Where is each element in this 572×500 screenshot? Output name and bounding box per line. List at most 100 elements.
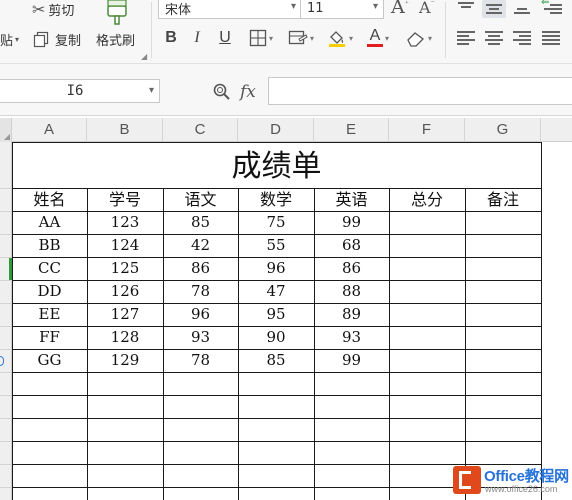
justify-button[interactable] [541,29,561,45]
borders-button[interactable]: ▾ [244,27,278,49]
align-right-button[interactable] [512,29,532,45]
align-left-button[interactable] [456,29,476,45]
table-cell[interactable]: 85 [163,211,238,234]
shrink-font-button[interactable]: A ⁻ [419,0,435,17]
row-divider [0,326,12,327]
column-header-f[interactable]: F [389,118,465,142]
font-color-button[interactable]: A ▾ [362,27,394,49]
name-box[interactable]: I6 ▾ [0,79,160,103]
font-size-select[interactable]: 11 ▾ [300,0,384,19]
table-cell[interactable]: 89 [314,303,389,326]
table-cell[interactable]: BB [12,234,87,257]
row-divider [0,211,12,212]
clear-format-button[interactable]: ▾ [402,27,436,49]
eraser-icon [407,32,424,47]
table-cell[interactable]: 93 [314,326,389,349]
row-cursor-icon [0,356,4,366]
format-painter-icon [107,0,127,25]
table-cell[interactable]: 99 [314,211,389,234]
align-top-button[interactable] [456,0,476,16]
table-cell[interactable]: 96 [163,303,238,326]
chevron-down-icon: ▾ [309,33,314,43]
table-cell[interactable]: 126 [87,280,163,303]
format-painter-button[interactable]: 格式刷 [96,30,135,49]
table-border [541,142,542,500]
copy-icon [33,31,49,48]
column-header-a[interactable]: A [12,118,87,142]
watermark-url: www.office26.com [485,484,558,494]
table-cell[interactable]: 55 [238,234,314,257]
header-cell-total[interactable]: 总分 [389,188,465,211]
row-divider [0,349,12,350]
header-cell-chinese[interactable]: 语文 [163,188,238,211]
dialog-launcher-icon[interactable]: ◢ [141,52,147,61]
fill-color-button[interactable]: ▾ [324,27,356,49]
fx-label: fx [240,82,256,102]
column-header-g[interactable]: G [465,118,541,142]
underline-button[interactable]: U [214,27,236,49]
column-header-c[interactable]: C [163,118,238,142]
arrow-up-icon: ⁺ [404,0,409,8]
table-cell[interactable]: 127 [87,303,163,326]
zoom-search-icon[interactable] [212,82,232,102]
table-cell[interactable]: 90 [238,326,314,349]
table-cell[interactable]: 125 [87,257,163,280]
table-cell[interactable]: 124 [87,234,163,257]
table-cell[interactable]: CC [12,257,87,280]
table-cell[interactable]: AA [12,211,87,234]
copy-button[interactable]: 复制 [33,30,81,49]
table-cell[interactable]: 129 [87,349,163,372]
select-all-corner[interactable]: ◢ [0,118,12,142]
table-cell[interactable]: 88 [314,280,389,303]
align-middle-button[interactable] [482,0,506,18]
table-cell[interactable]: 96 [238,257,314,280]
table-cell[interactable]: 86 [314,257,389,280]
name-box-value: I6 [66,83,84,99]
header-cell-note[interactable]: 备注 [465,188,541,211]
table-cell[interactable]: 86 [163,257,238,280]
font-color-swatch [366,44,383,47]
table-cell[interactable]: EE [12,303,87,326]
wrap-indent-button[interactable]: ⇐ [541,0,562,16]
font-name-select[interactable]: 宋体 ▾ [158,0,302,19]
table-cell[interactable]: 78 [163,349,238,372]
header-cell-name[interactable]: 姓名 [12,188,87,211]
table-cell[interactable]: 93 [163,326,238,349]
italic-button[interactable]: I [187,27,207,49]
table-cell[interactable]: 128 [87,326,163,349]
column-header-e[interactable]: E [314,118,389,142]
table-border [12,372,542,373]
table-cell[interactable]: GG [12,349,87,372]
cell-style-button[interactable]: ▾ [284,27,318,49]
header-cell-math[interactable]: 数学 [238,188,314,211]
header-cell-english[interactable]: 英语 [314,188,389,211]
formula-input[interactable] [268,77,572,105]
copy-label: 复制 [55,34,82,49]
align-bottom-button[interactable] [512,0,532,16]
table-cell[interactable]: 42 [163,234,238,257]
worksheet[interactable]: 成绩单 姓名 学号 语文 数学 英语 总分 备注 AA 123 85 75 99… [12,142,572,500]
table-cell[interactable]: 95 [238,303,314,326]
paste-button[interactable]: 贴 ▾ [0,30,19,49]
column-header-b[interactable]: B [87,118,163,142]
cut-button[interactable]: ✂ 剪切 [32,0,74,19]
table-cell[interactable]: 99 [314,349,389,372]
table-cell[interactable]: DD [12,280,87,303]
sheet-title[interactable]: 成绩单 [12,142,541,188]
fill-color-swatch [328,44,345,47]
align-center-button[interactable] [484,29,504,45]
header-cell-id[interactable]: 学号 [87,188,163,211]
table-cell[interactable]: 85 [238,349,314,372]
table-cell[interactable]: 123 [87,211,163,234]
bold-button[interactable]: B [160,27,182,49]
grow-font-button[interactable]: A ⁺ [391,0,409,18]
formula-bar: I6 ▾ fx [0,64,572,116]
insert-function-button[interactable]: fx [240,82,256,102]
table-cell[interactable]: 68 [314,234,389,257]
table-cell[interactable]: 75 [238,211,314,234]
corner-triangle-icon: ◢ [3,132,10,141]
column-header-d[interactable]: D [238,118,314,142]
table-cell[interactable]: FF [12,326,87,349]
table-cell[interactable]: 78 [163,280,238,303]
table-cell[interactable]: 47 [238,280,314,303]
